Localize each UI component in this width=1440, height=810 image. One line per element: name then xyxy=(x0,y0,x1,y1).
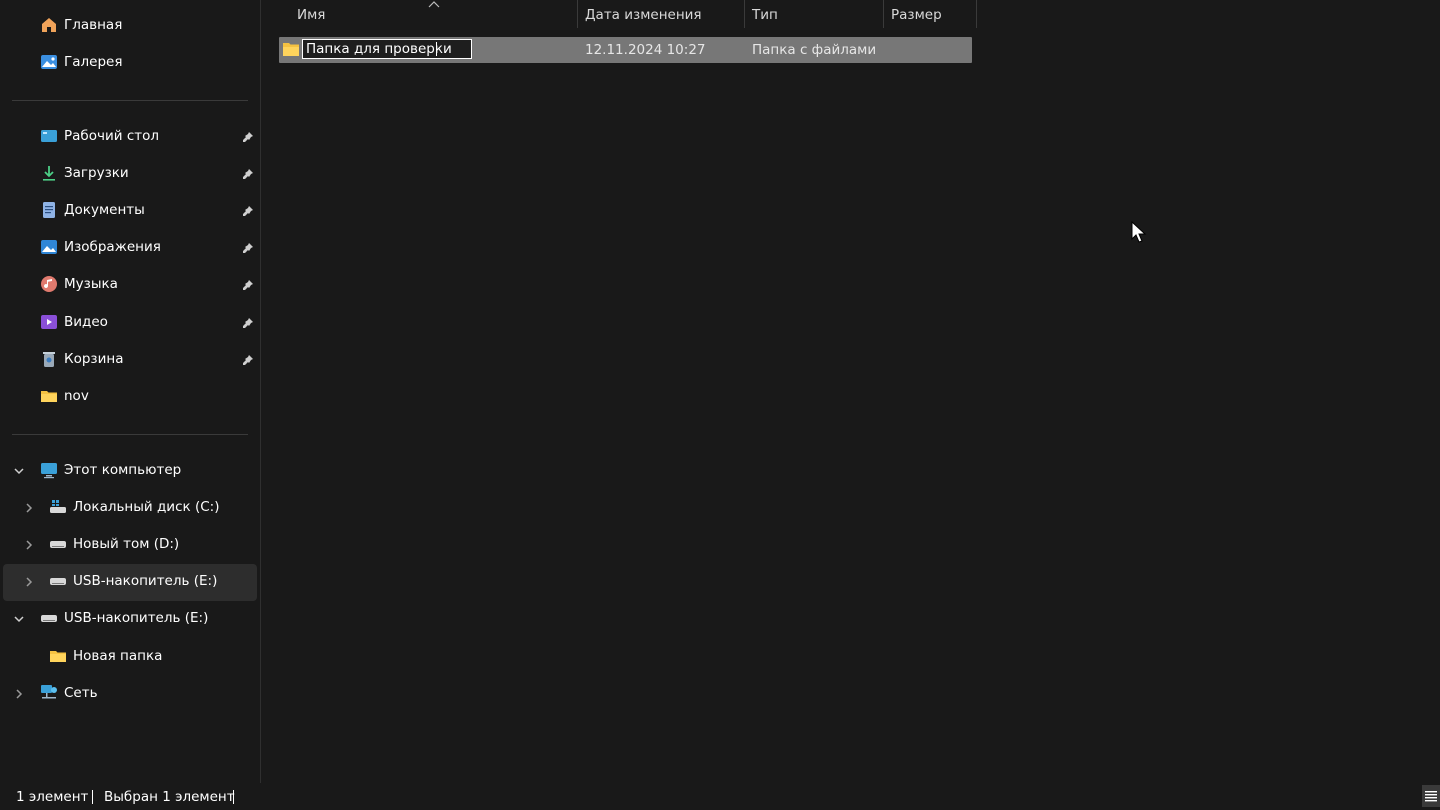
pin-icon[interactable] xyxy=(241,167,255,181)
nav-item-label: Изображения xyxy=(64,239,161,255)
nav-item-home[interactable]: Главная xyxy=(39,7,122,43)
text-caret xyxy=(436,42,437,56)
column-header-date[interactable]: Дата изменения xyxy=(585,0,702,30)
sidebar-divider xyxy=(12,100,248,101)
pin-icon[interactable] xyxy=(241,278,255,292)
nav-item-label: Рабочий стол xyxy=(64,128,159,144)
nav-item-label: Документы xyxy=(64,202,145,218)
sidebar-divider xyxy=(12,434,248,435)
nav-item-documents[interactable]: Документы xyxy=(39,192,145,228)
details-view-button[interactable] xyxy=(1422,785,1440,807)
music-icon xyxy=(39,274,59,294)
file-date-cell: 12.11.2024 10:27 xyxy=(585,42,706,58)
tree-item-label: Локальный диск (C:) xyxy=(73,499,220,515)
nav-item-nov[interactable]: nov xyxy=(39,378,89,414)
nav-item-label: Видео xyxy=(64,314,108,330)
nav-item-desktop[interactable]: Рабочий стол xyxy=(39,118,159,154)
tree-item-drive-c[interactable]: Локальный диск (C:) xyxy=(48,489,219,525)
chevron-down-icon[interactable] xyxy=(12,612,26,626)
system-drive-icon xyxy=(48,497,68,517)
pin-icon[interactable] xyxy=(241,353,255,367)
column-separator[interactable] xyxy=(577,0,578,28)
nav-item-label: Загрузки xyxy=(64,165,129,181)
nav-item-label: nov xyxy=(64,388,89,404)
chevron-down-icon[interactable] xyxy=(12,464,26,478)
documents-icon xyxy=(39,200,59,220)
nav-item-music[interactable]: Музыка xyxy=(39,266,118,302)
list-view-icon xyxy=(1425,791,1437,802)
pin-icon[interactable] xyxy=(241,241,255,255)
column-separator[interactable] xyxy=(883,0,884,28)
chevron-right-icon[interactable] xyxy=(22,538,36,552)
nav-item-recycle-bin[interactable]: Корзина xyxy=(39,341,123,377)
folder-icon xyxy=(48,646,68,666)
chevron-right-icon[interactable] xyxy=(22,575,36,589)
file-type-cell: Папка с файлами xyxy=(752,42,877,58)
nav-item-gallery[interactable]: Галерея xyxy=(39,44,122,80)
tree-item-drive-d[interactable]: Новый том (D:) xyxy=(48,526,179,562)
tree-item-label: Новый том (D:) xyxy=(73,536,180,552)
nav-item-downloads[interactable]: Загрузки xyxy=(39,155,129,191)
drive-icon xyxy=(48,534,68,554)
rename-input[interactable] xyxy=(302,39,472,59)
column-separator[interactable] xyxy=(744,0,745,28)
navigation-pane-border xyxy=(260,0,261,783)
tree-item-label: Сеть xyxy=(64,685,98,701)
videos-icon xyxy=(39,312,59,332)
status-separator xyxy=(233,790,234,804)
column-separator[interactable] xyxy=(976,0,977,28)
nav-item-label: Корзина xyxy=(64,351,124,367)
sort-ascending-icon xyxy=(428,1,440,8)
pin-icon[interactable] xyxy=(241,130,255,144)
pictures-icon xyxy=(39,237,59,257)
tree-item-new-folder[interactable]: Новая папка xyxy=(48,638,162,674)
pin-icon[interactable] xyxy=(241,204,255,218)
nav-item-videos[interactable]: Видео xyxy=(39,304,108,340)
folder-icon xyxy=(283,43,299,56)
computer-icon xyxy=(39,460,59,480)
recycle-bin-icon xyxy=(39,349,59,369)
chevron-right-icon[interactable] xyxy=(22,501,36,515)
nav-item-label: Галерея xyxy=(64,54,123,70)
folder-icon xyxy=(39,386,59,406)
column-header-name[interactable]: Имя xyxy=(297,0,325,30)
nav-item-pictures[interactable]: Изображения xyxy=(39,229,161,265)
tree-item-label: Новая папка xyxy=(73,648,163,664)
chevron-right-icon[interactable] xyxy=(12,687,26,701)
status-separator xyxy=(92,790,93,804)
tree-item-label: Этот компьютер xyxy=(64,462,182,478)
pin-icon[interactable] xyxy=(241,316,255,330)
tree-item-network[interactable]: Сеть xyxy=(39,675,98,711)
desktop-icon xyxy=(39,126,59,146)
tree-item-usb-drive[interactable]: USB-накопитель (E:) xyxy=(39,600,208,636)
column-header-type[interactable]: Тип xyxy=(752,0,778,30)
tree-item-usb-drive-child[interactable]: USB-накопитель (E:) xyxy=(48,563,217,599)
tree-item-label: USB-накопитель (E:) xyxy=(64,610,209,626)
tree-item-label: USB-накопитель (E:) xyxy=(73,573,218,589)
column-header-size[interactable]: Размер xyxy=(891,0,942,30)
tree-item-this-pc[interactable]: Этот компьютер xyxy=(39,452,181,488)
downloads-icon xyxy=(39,163,59,183)
usb-drive-icon xyxy=(48,571,68,591)
usb-drive-icon xyxy=(39,608,59,628)
status-selected-count: Выбран 1 элемент xyxy=(104,788,235,805)
network-icon xyxy=(39,683,59,703)
gallery-icon xyxy=(39,52,59,72)
mouse-cursor-icon xyxy=(1131,221,1147,243)
nav-item-label: Главная xyxy=(64,17,123,33)
status-item-count: 1 элемент xyxy=(16,788,89,805)
home-icon xyxy=(39,15,59,35)
nav-item-label: Музыка xyxy=(64,276,118,292)
